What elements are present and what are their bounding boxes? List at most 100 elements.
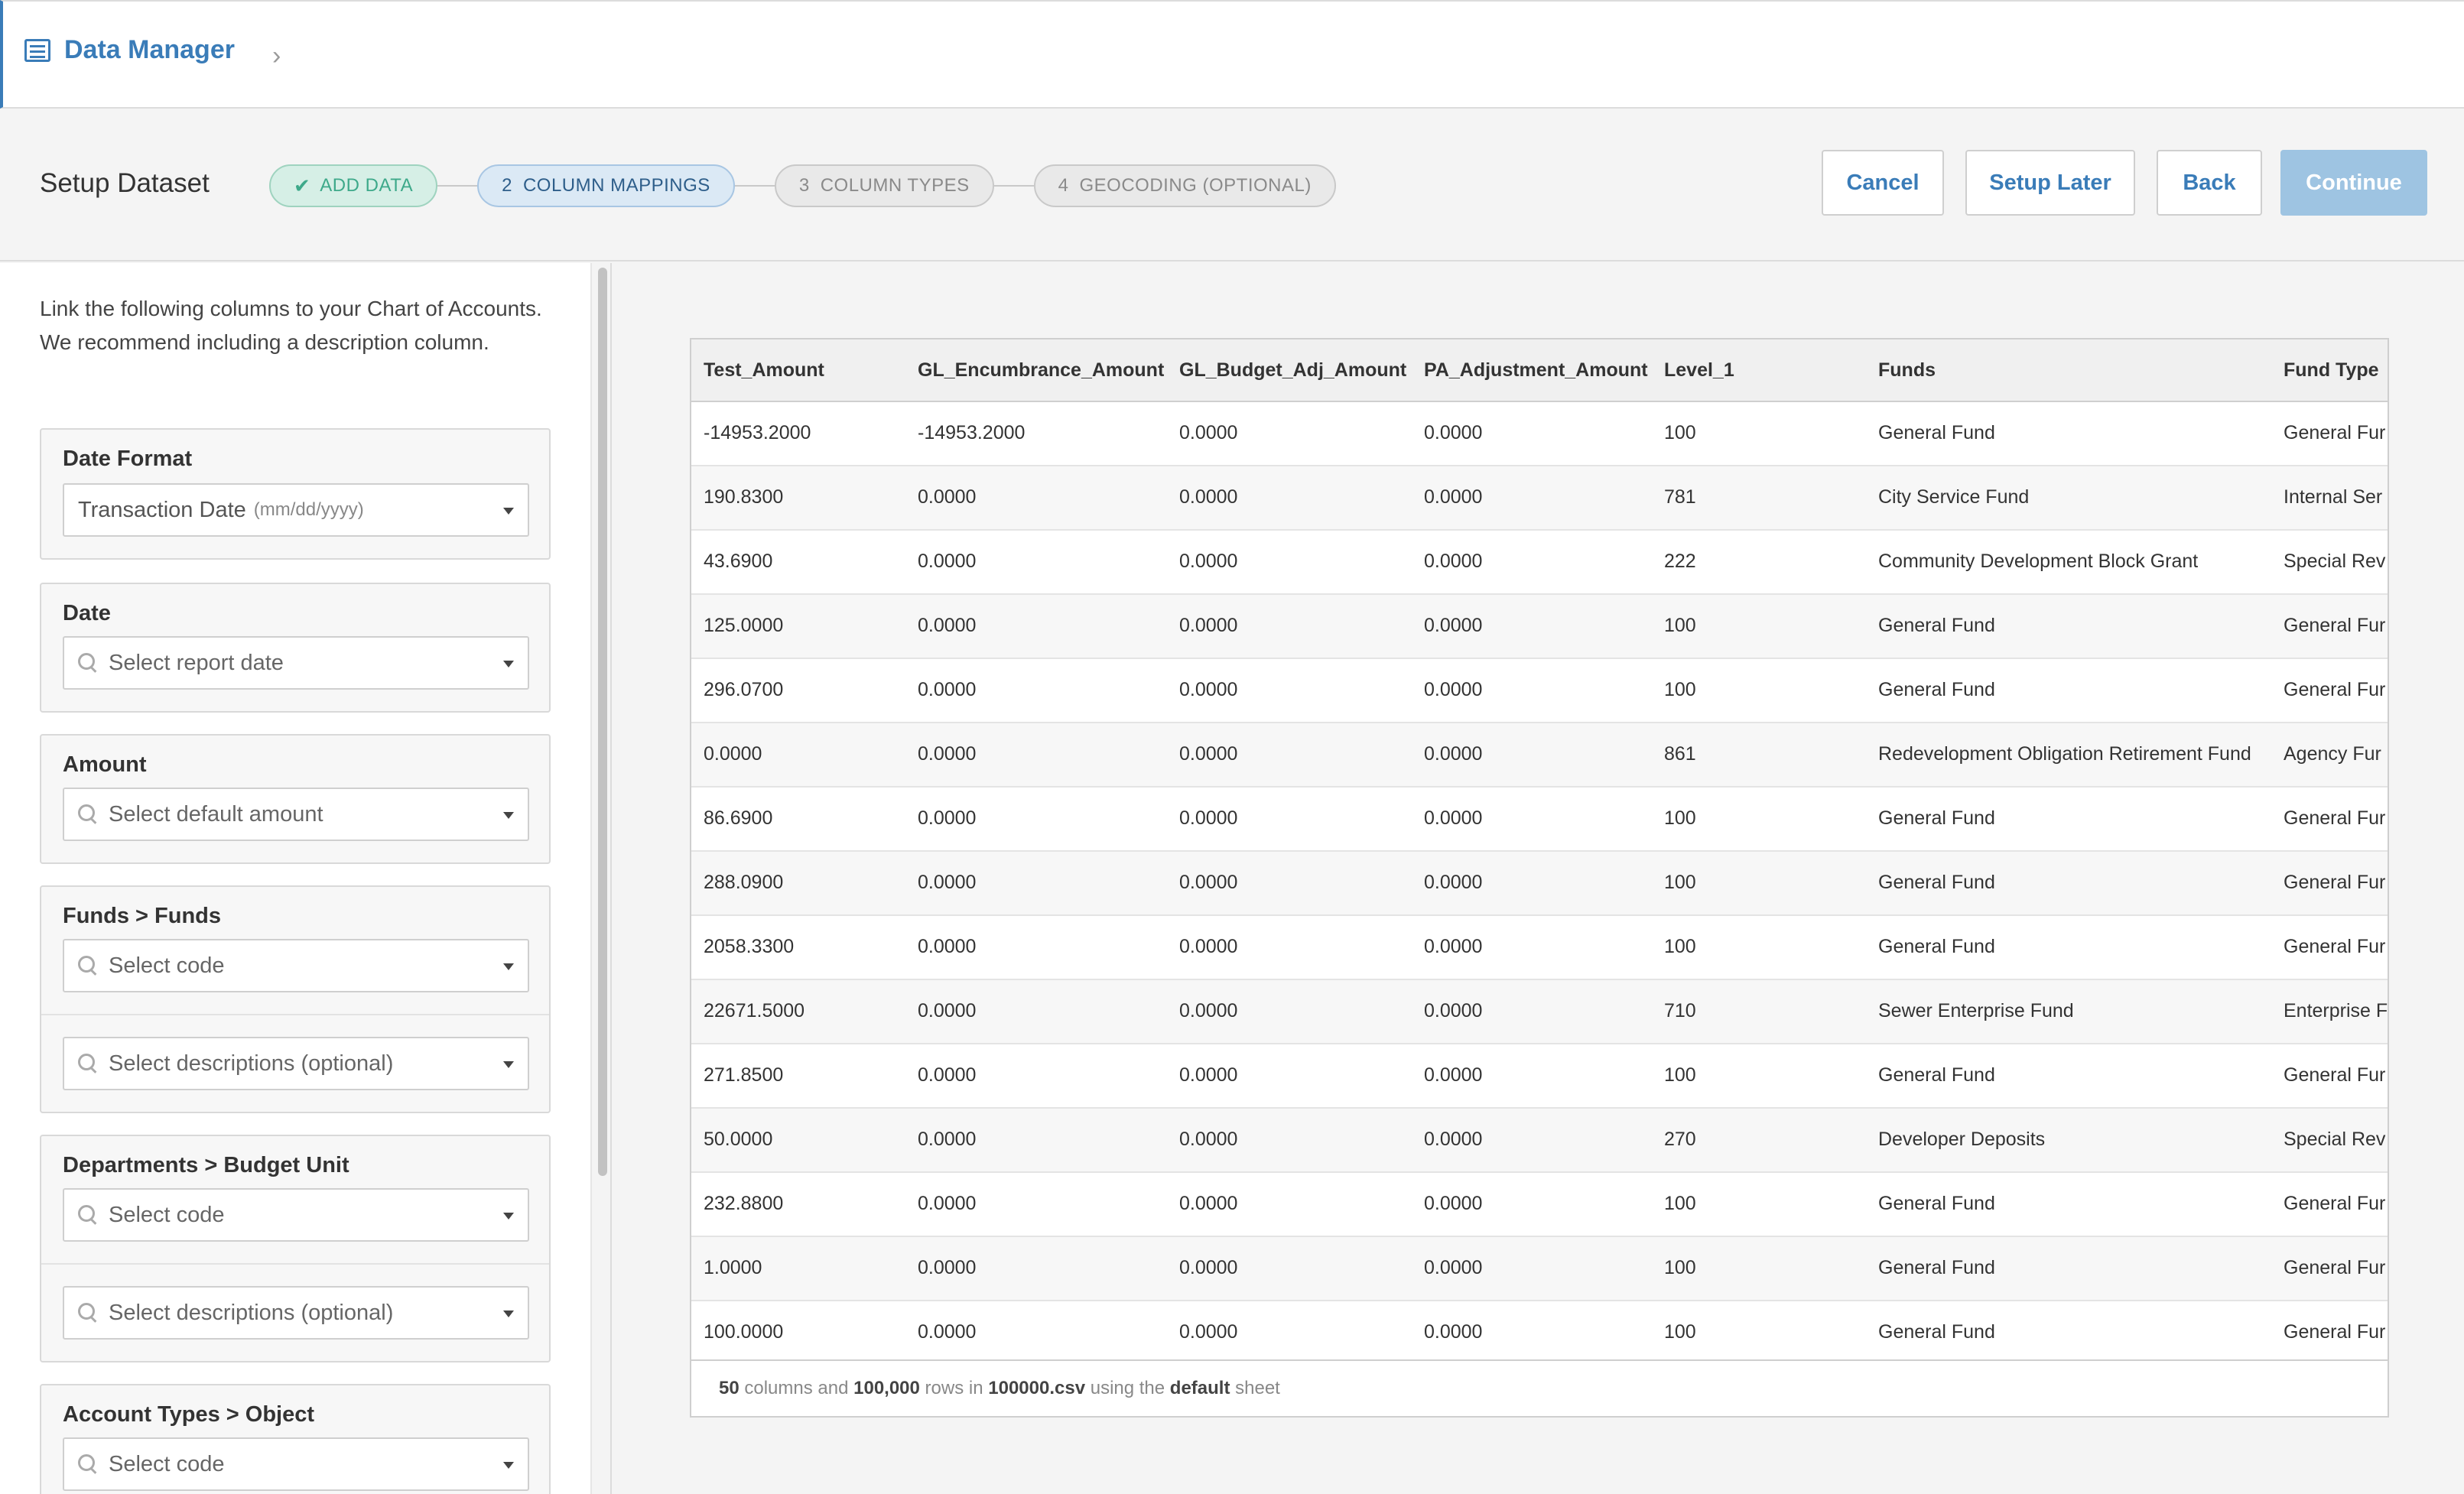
table-cell: Enterprise F — [2284, 1000, 2388, 1021]
caret-down-icon — [503, 508, 514, 515]
table-cell: 861 — [1664, 743, 1696, 765]
table-row: 50.0000 0.0000 0.0000 0.0000 270 Developer De… — [691, 1109, 2388, 1173]
card-title: Departments > Budget Unit — [63, 1153, 349, 1177]
card-title: Account Types > Object — [63, 1402, 315, 1427]
select-placeholder: Select report date — [109, 650, 284, 675]
table-cell: -14953.2000 — [918, 422, 1026, 443]
table-cell: 0.0000 — [1179, 486, 1238, 508]
step-geocoding[interactable]: 4 GEOCODING (OPTIONAL) — [1033, 164, 1336, 207]
table-cell: 190.8300 — [704, 486, 784, 508]
step-number: 4 — [1058, 175, 1069, 196]
select-placeholder: Select descriptions (optional) — [109, 1300, 394, 1325]
table-cell: 781 — [1664, 486, 1696, 508]
table-cell: 0.0000 — [1424, 743, 1483, 765]
table-row: 296.0700 0.0000 0.0000 0.0000 100 General Fun… — [691, 659, 2388, 723]
date-select[interactable]: Select report date — [63, 636, 529, 690]
caret-down-icon — [503, 1061, 514, 1068]
step-column-types[interactable]: 3 COLUMN TYPES — [774, 164, 994, 207]
departments-description-select[interactable]: Select descriptions (optional) — [63, 1286, 529, 1340]
table-cell: 0.0000 — [918, 1129, 977, 1150]
table-cell: General Fur — [2284, 872, 2386, 893]
app-title[interactable]: Data Manager — [64, 35, 235, 65]
step-add-data[interactable]: ✔ ADD DATA — [269, 164, 438, 207]
table-row: 22671.5000 0.0000 0.0000 0.0000 710 Sewer Ent… — [691, 980, 2388, 1044]
table-cell: 0.0000 — [918, 936, 977, 957]
search-icon — [78, 1303, 98, 1323]
brand[interactable]: Data Manager — [24, 35, 235, 65]
table-row: 43.6900 0.0000 0.0000 0.0000 222 Community De… — [691, 531, 2388, 595]
caret-down-icon — [503, 1310, 514, 1317]
table-footer: 50 columns and 100,000 rows in 100000.cs… — [691, 1359, 2388, 1416]
select-placeholder: Select code — [109, 1451, 225, 1476]
table-row: -14953.2000 -14953.2000 0.0000 0.0000 100 Gen… — [691, 402, 2388, 466]
back-button[interactable]: Back — [2157, 150, 2262, 216]
select-placeholder: Select default amount — [109, 801, 323, 827]
column-header: PA_Adjustment_Amount — [1424, 359, 1648, 381]
funds-code-select[interactable]: Select code — [63, 939, 529, 992]
row-count: 100,000 — [853, 1378, 920, 1398]
table-cell: Internal Ser — [2284, 486, 2383, 508]
table-row: 125.0000 0.0000 0.0000 0.0000 100 General Fun… — [691, 595, 2388, 659]
account-types-code-select[interactable]: Select code — [63, 1437, 529, 1491]
intro-text: Link the following columns to your Chart… — [40, 297, 542, 354]
column-header: GL_Budget_Adj_Amount — [1179, 359, 1407, 381]
table-cell: 0.0000 — [918, 1257, 977, 1278]
monitor-icon — [24, 38, 50, 62]
panel-scrollbar[interactable] — [590, 263, 610, 1494]
table-cell: 296.0700 — [704, 679, 784, 700]
sheet-name: default — [1169, 1378, 1230, 1398]
step-connector — [437, 185, 478, 187]
table-cell: 0.0000 — [1424, 615, 1483, 636]
card-title: Date Format — [63, 447, 193, 471]
table-cell: 710 — [1664, 1000, 1696, 1021]
select-placeholder: Select descriptions (optional) — [109, 1051, 394, 1076]
table-cell: 0.0000 — [918, 872, 977, 893]
table-cell: General Fur — [2284, 1321, 2386, 1343]
departments-card: Departments > Budget Unit Select code Se… — [40, 1135, 551, 1362]
funds-description-select[interactable]: Select descriptions (optional) — [63, 1037, 529, 1090]
continue-button[interactable]: Continue — [2280, 150, 2427, 216]
table-cell: 86.6900 — [704, 807, 773, 829]
scrollbar-thumb[interactable] — [598, 268, 607, 1176]
file-name: 100000.csv — [988, 1378, 1086, 1398]
cancel-button[interactable]: Cancel — [1822, 150, 1944, 216]
table-cell: General Fur — [2284, 807, 2386, 829]
departments-code-select[interactable]: Select code — [63, 1188, 529, 1242]
step-column-mappings[interactable]: 2 COLUMN MAPPINGS — [477, 164, 735, 207]
select-value: Transaction Date — [78, 497, 246, 522]
table-cell: 288.0900 — [704, 872, 784, 893]
caret-down-icon — [503, 812, 514, 819]
column-header: GL_Encumbrance_Amount — [918, 359, 1165, 381]
table-cell: 0.0000 — [1179, 1257, 1238, 1278]
column-header: Funds — [1878, 359, 1936, 381]
table-cell: 0.0000 — [918, 807, 977, 829]
chevron-right-icon: › — [272, 41, 281, 70]
table-cell: 0.0000 — [1424, 486, 1483, 508]
table-row: 100.0000 0.0000 0.0000 0.0000 100 General Fun… — [691, 1301, 2388, 1366]
table-cell: 0.0000 — [1179, 807, 1238, 829]
table-cell: General Fund — [1878, 872, 1995, 893]
table-cell: 0.0000 — [1424, 936, 1483, 957]
table-cell: 100 — [1664, 807, 1696, 829]
table-cell: 125.0000 — [704, 615, 784, 636]
table-cell: 0.0000 — [1179, 1193, 1238, 1214]
table-cell: 2058.3300 — [704, 936, 795, 957]
column-header: Level_1 — [1664, 359, 1734, 381]
table-cell: Special Rev — [2284, 1129, 2386, 1150]
step-label: COLUMN TYPES — [820, 175, 970, 196]
table-cell: 0.0000 — [1179, 1321, 1238, 1343]
table-cell: General Fund — [1878, 422, 1995, 443]
search-icon — [78, 804, 98, 824]
page-title: Setup Dataset — [40, 168, 210, 198]
search-icon — [78, 956, 98, 976]
search-icon — [78, 1054, 98, 1073]
table-row: 232.8800 0.0000 0.0000 0.0000 100 General Fun… — [691, 1173, 2388, 1237]
setup-later-button[interactable]: Setup Later — [1965, 150, 2135, 216]
stepper: ✔ ADD DATA 2 COLUMN MAPPINGS 3 COLUMN TY… — [269, 164, 1336, 207]
table-cell: 100 — [1664, 615, 1696, 636]
table-cell: General Fund — [1878, 936, 1995, 957]
amount-select[interactable]: Select default amount — [63, 788, 529, 841]
date-format-select[interactable]: Transaction Date (mm/dd/yyyy) — [63, 483, 529, 537]
table-cell: 100 — [1664, 679, 1696, 700]
card-title: Funds > Funds — [63, 904, 222, 928]
